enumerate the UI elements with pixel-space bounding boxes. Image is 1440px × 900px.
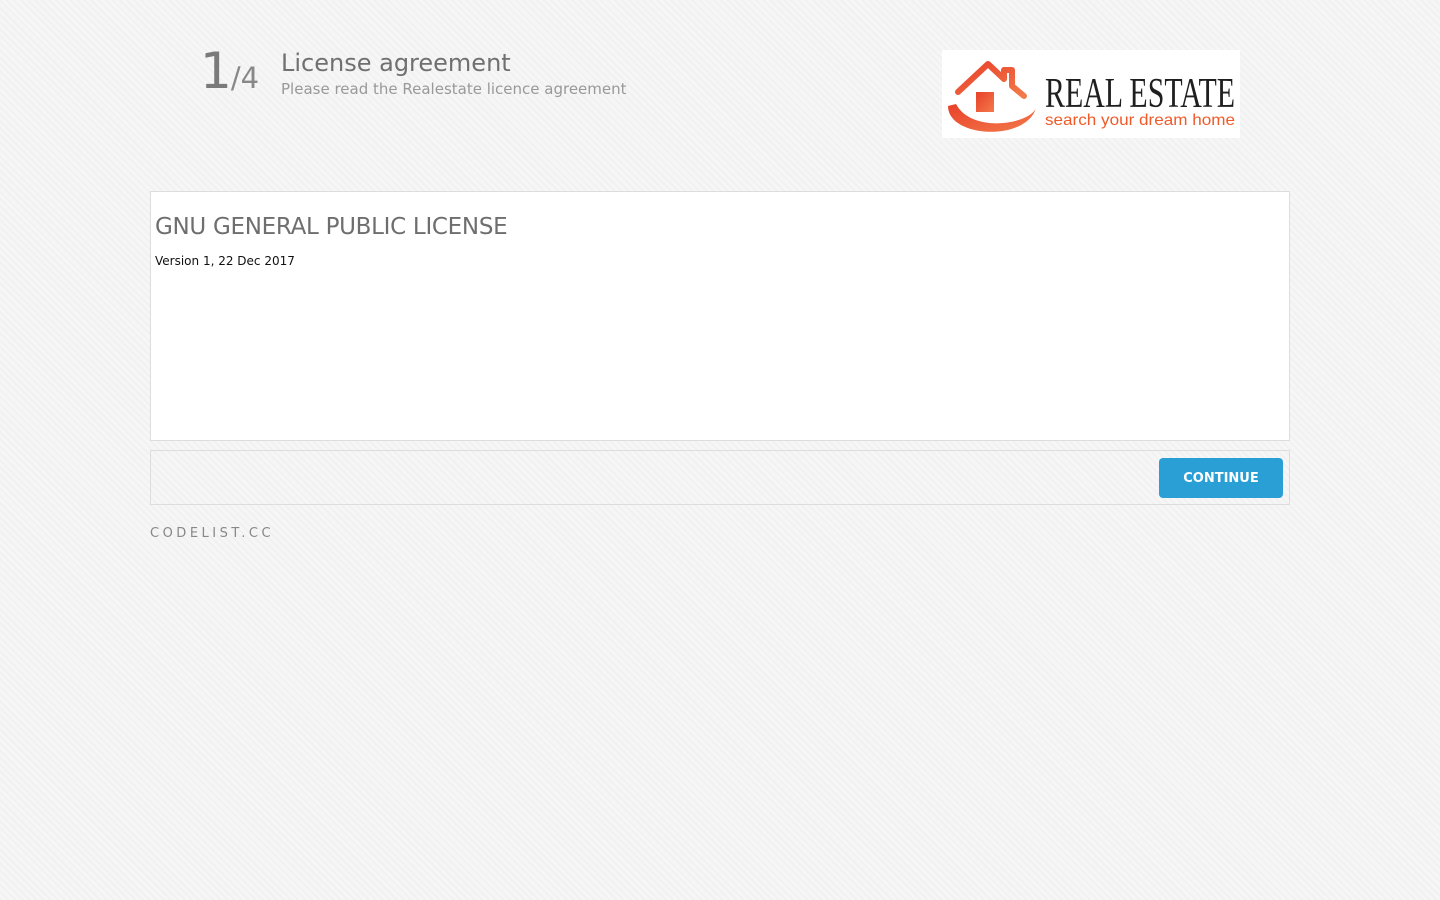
step-current: 1 xyxy=(200,42,232,100)
continue-button[interactable]: CONTINUE xyxy=(1159,458,1283,498)
logo-text-line1: REAL ESTATE xyxy=(1045,71,1235,117)
step-total: /4 xyxy=(230,61,260,95)
footer-credit: CODELIST.CC xyxy=(150,526,275,541)
page-header: 1/4 License agreement Please read the Re… xyxy=(200,46,1240,142)
license-title: GNU GENERAL PUBLIC LICENSE xyxy=(155,214,508,240)
page-title: License agreement xyxy=(281,49,511,77)
house-icon xyxy=(948,61,1036,132)
action-bar: CONTINUE xyxy=(150,450,1290,505)
step-indicator: 1/4 xyxy=(200,46,259,96)
header-titles: License agreement Please read the Reales… xyxy=(281,48,627,98)
real-estate-logo: REAL ESTATE search your dream home xyxy=(942,50,1240,138)
license-panel[interactable]: GNU GENERAL PUBLIC LICENSE Version 1, 22… xyxy=(150,191,1290,441)
license-version: Version 1, 22 Dec 2017 xyxy=(155,254,295,268)
logo-text-line2: search your dream home xyxy=(1045,112,1235,129)
page-subtitle: Please read the Realestate licence agree… xyxy=(281,80,627,98)
